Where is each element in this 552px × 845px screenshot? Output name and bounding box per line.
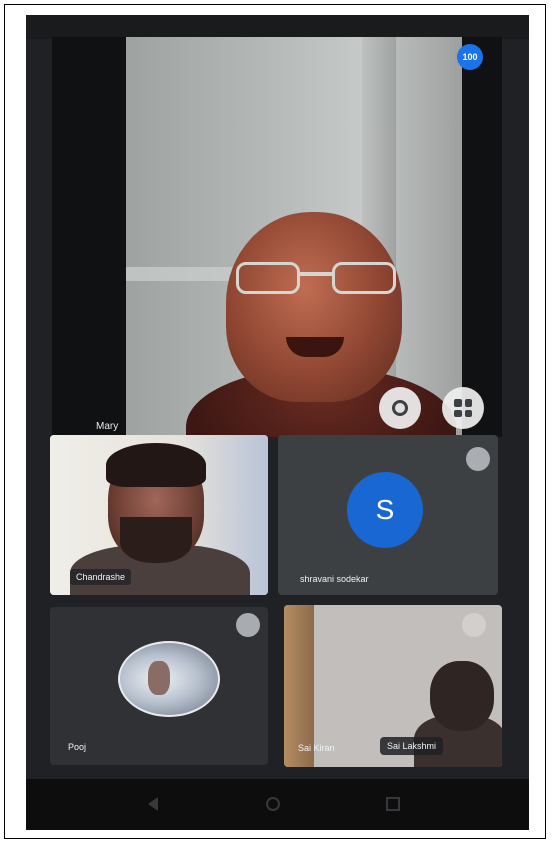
- avatar: S: [347, 472, 423, 548]
- camera-switch-icon: [392, 400, 408, 416]
- participant-count-badge[interactable]: 100: [457, 44, 483, 70]
- participant-name: Sai Kiran: [298, 743, 335, 753]
- recent-apps-icon[interactable]: [386, 797, 400, 811]
- main-speaker-name: Mary: [96, 421, 119, 432]
- participant-tile-4[interactable]: Sai Kiran Sai Lakshmi: [284, 605, 502, 767]
- layout-button[interactable]: [442, 387, 484, 429]
- mic-off-icon: [236, 613, 260, 637]
- mic-off-icon: [466, 447, 490, 471]
- mic-off-icon: [462, 613, 486, 637]
- home-icon[interactable]: [266, 797, 280, 811]
- participant-beard: [120, 517, 192, 563]
- participant-head: [430, 661, 494, 731]
- participant-name-label: Sai Lakshmi: [380, 737, 444, 755]
- main-speaker-video: [126, 37, 462, 437]
- participant-tile-1[interactable]: Chandrashe: [50, 435, 268, 595]
- back-icon[interactable]: [148, 797, 158, 811]
- avatar: [118, 641, 220, 717]
- participant-name-tag: Chandrashe: [70, 569, 132, 585]
- phone-screen: Mary 100 Chandrashe S shravani sodekar P…: [26, 15, 529, 830]
- participant-tile-2[interactable]: S shravani sodekar: [278, 435, 498, 595]
- participant-name: Chandrashe: [70, 569, 132, 585]
- participant-name: shravani sodekar: [300, 574, 369, 584]
- status-bar: [26, 15, 529, 39]
- layout-grid-icon: [454, 399, 472, 417]
- main-speaker-tile[interactable]: Mary: [52, 37, 502, 437]
- participant-hair: [106, 443, 206, 487]
- participant-tile-3[interactable]: Pooj: [50, 607, 268, 765]
- participant-name: Pooj: [68, 742, 87, 752]
- speaker-glasses: [236, 262, 404, 296]
- camera-switch-button[interactable]: [379, 387, 421, 429]
- speaker-head: [226, 212, 402, 402]
- navigation-bar: [26, 779, 529, 830]
